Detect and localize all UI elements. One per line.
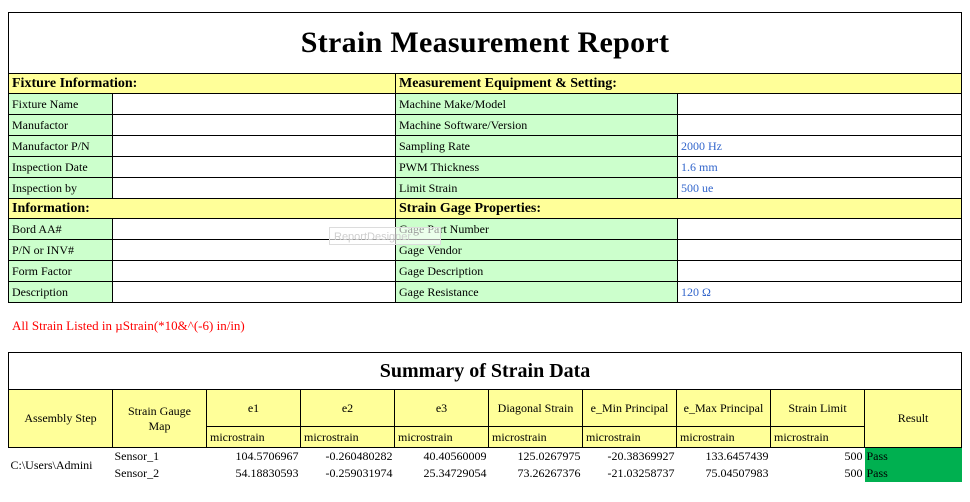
sensor-1-diagonal: 125.0267975 bbox=[517, 449, 581, 463]
bord-aa-label: Bord AA# bbox=[8, 218, 113, 240]
equipment-header: Measurement Equipment & Setting: bbox=[394, 73, 963, 94]
machine-software-label: Machine Software/Version bbox=[395, 114, 678, 136]
col-e-max-principal: e_Max Principal bbox=[676, 389, 771, 427]
gage-description-label: Gage Description bbox=[395, 260, 678, 282]
sensor-2-e2: -0.259031974 bbox=[325, 466, 393, 480]
summary-title: Summary of Strain Data bbox=[7, 352, 963, 390]
machine-model-value[interactable] bbox=[676, 93, 963, 115]
sensor-1-e-min: -20.38369927 bbox=[607, 449, 675, 463]
sensor-1-e-max: 133.6457439 bbox=[705, 449, 769, 463]
manufactor-label: Manufactor bbox=[8, 114, 113, 136]
gage-description-value[interactable] bbox=[676, 260, 963, 282]
pn-inv-label: P/N or INV# bbox=[8, 239, 113, 261]
col-e3: e3 bbox=[394, 389, 489, 427]
unit-strain-limit: microstrain bbox=[770, 426, 865, 448]
unit-e-max: microstrain bbox=[676, 426, 771, 448]
sensor-2-diagonal: 73.26267376 bbox=[517, 466, 581, 480]
table-row: Sensor_2 54.18830593 -0.259031974 25.347… bbox=[9, 465, 962, 482]
table-row: C:\Users\Admini Sensor_1 104.5706967 -0.… bbox=[9, 447, 962, 472]
inspection-by-value[interactable] bbox=[112, 177, 396, 199]
limit-strain-label: Limit Strain bbox=[395, 177, 678, 199]
col-e-min-principal: e_Min Principal bbox=[582, 389, 677, 427]
form-factor-value[interactable] bbox=[112, 260, 396, 282]
sensor-2-e-min: -21.03258737 bbox=[607, 466, 675, 480]
manufactor-pn-label: Manufactor P/N bbox=[8, 135, 113, 157]
sensor-2-e3: 25.34729054 bbox=[423, 466, 487, 480]
unit-diagonal: microstrain bbox=[488, 426, 583, 448]
information-header: Information: bbox=[8, 198, 396, 219]
sensor-2-result: Pass bbox=[864, 465, 962, 482]
inspection-date-value[interactable] bbox=[112, 156, 396, 178]
sensor-1-e2: -0.260480282 bbox=[325, 449, 393, 463]
gage-part-number-value[interactable] bbox=[676, 218, 963, 240]
strain-units-note: All Strain Listed in µStrain(*10&^(-6) i… bbox=[12, 318, 245, 333]
gage-properties-header: Strain Gage Properties: bbox=[394, 198, 963, 219]
sensor-1-limit: 500 bbox=[844, 449, 863, 463]
sampling-rate-value[interactable]: 2000 Hz bbox=[676, 135, 963, 157]
inspection-date-label: Inspection Date bbox=[8, 156, 113, 178]
sensor-2-e1: 54.18830593 bbox=[235, 466, 299, 480]
sampling-rate-label: Sampling Rate bbox=[395, 135, 678, 157]
gage-resistance-label: Gage Resistance bbox=[395, 281, 678, 303]
unit-e3: microstrain bbox=[394, 426, 489, 448]
form-factor-label: Form Factor bbox=[8, 260, 113, 282]
unit-e-min: microstrain bbox=[582, 426, 677, 448]
limit-strain-value[interactable]: 500 ue bbox=[676, 177, 963, 199]
sensor-1-e1: 104.5706967 bbox=[235, 449, 299, 463]
col-strain-limit: Strain Limit bbox=[770, 389, 865, 427]
col-strain-gauge-map: Strain Gauge Map bbox=[112, 389, 207, 448]
description-value[interactable] bbox=[112, 281, 396, 303]
pwm-thickness-label: PWM Thickness bbox=[395, 156, 678, 178]
sensor-1-map: Sensor_1 bbox=[114, 449, 160, 463]
sensor-2-e-max: 75.04507983 bbox=[705, 466, 769, 480]
unit-e2: microstrain bbox=[300, 426, 395, 448]
col-assembly-step: Assembly Step bbox=[8, 389, 113, 448]
description-label: Description bbox=[8, 281, 113, 303]
gage-resistance-value[interactable]: 120 Ω bbox=[676, 281, 963, 303]
report-header-section: Strain Measurement Report Fixture Inform… bbox=[7, 12, 963, 303]
pwm-thickness-value[interactable]: 1.6 mm bbox=[676, 156, 963, 178]
summary-table: Summary of Strain Data Assembly Step Str… bbox=[7, 352, 963, 482]
manufactor-pn-value[interactable] bbox=[112, 135, 396, 157]
report-info-table: Strain Measurement Report Fixture Inform… bbox=[7, 12, 963, 303]
machine-model-label: Machine Make/Model bbox=[395, 93, 678, 115]
sensor-1-e3: 40.40560009 bbox=[423, 449, 487, 463]
report-title: Strain Measurement Report bbox=[7, 12, 963, 74]
summary-section: Summary of Strain Data Assembly Step Str… bbox=[7, 352, 963, 482]
sensor-2-map: Sensor_2 bbox=[114, 466, 160, 480]
inspection-by-label: Inspection by bbox=[8, 177, 113, 199]
fixture-info-header: Fixture Information: bbox=[8, 73, 396, 94]
sensor-2-limit: 500 bbox=[844, 466, 863, 480]
col-e1: e1 bbox=[206, 389, 301, 427]
machine-software-value[interactable] bbox=[676, 114, 963, 136]
manufactor-value[interactable] bbox=[112, 114, 396, 136]
gage-vendor-value[interactable] bbox=[676, 239, 963, 261]
assembly-step-value: C:\Users\Admini bbox=[10, 457, 93, 472]
col-e2: e2 bbox=[300, 389, 395, 427]
fixture-name-value[interactable] bbox=[112, 93, 396, 115]
col-result: Result bbox=[863, 389, 963, 448]
fixture-name-label: Fixture Name bbox=[8, 93, 113, 115]
sensor-1-result: Pass bbox=[864, 447, 962, 465]
unit-e1: microstrain bbox=[206, 426, 301, 448]
col-diagonal-strain: Diagonal Strain bbox=[488, 389, 583, 427]
report-designer-watermark: ReportDesigner bbox=[329, 227, 441, 245]
